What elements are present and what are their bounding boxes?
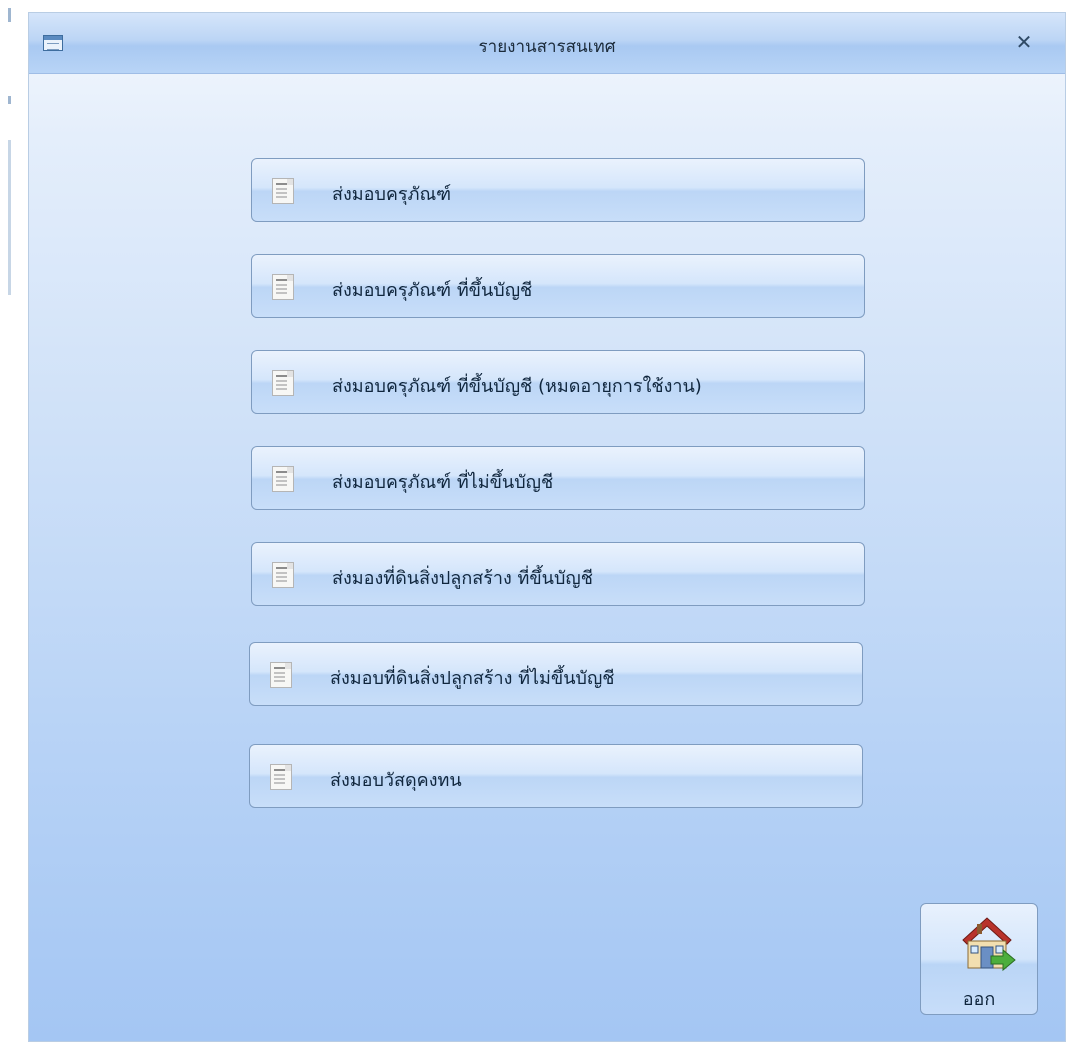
report-button-durable-supplies[interactable]: ส่งมอบวัสดุคงทน [249, 744, 863, 808]
exit-button-label: ออก [962, 989, 996, 1010]
close-button[interactable]: ✕ [1009, 27, 1039, 57]
report-button-label: ส่งมอบครุภัณฑ์ [332, 184, 452, 205]
report-button-asset-registered-expired[interactable]: ส่งมอบครุภัณฑ์ ที่ขึ้นบัญชี (หมดอายุการใ… [251, 350, 865, 414]
report-button-label: ส่งมอบครุภัณฑ์ ที่ขึ้นบัญชี [332, 280, 533, 301]
report-button-label: ส่งมอบครุภัณฑ์ ที่ไม่ขึ้นบัญชี [332, 472, 554, 493]
home-exit-icon [962, 917, 1016, 972]
title-bar[interactable]: รายงานสารสนเทศ ✕ [29, 13, 1065, 74]
report-document-icon [272, 466, 294, 492]
report-document-icon [272, 178, 294, 204]
report-button-label: ส่งมอบวัสดุคงทน [330, 770, 462, 791]
report-document-icon [272, 562, 294, 588]
report-button-label: ส่งมองที่ดินสิ่งปลูกสร้าง ที่ขึ้นบัญชี [332, 568, 593, 589]
background-window-edge [0, 0, 14, 1050]
report-button-label: ส่งมอบที่ดินสิ่งปลูกสร้าง ที่ไม่ขึ้นบัญช… [330, 668, 615, 689]
edge-mark [8, 8, 11, 22]
exit-button[interactable]: ออก [920, 903, 1038, 1015]
report-document-icon [272, 274, 294, 300]
report-button-land-building-unregistered[interactable]: ส่งมอบที่ดินสิ่งปลูกสร้าง ที่ไม่ขึ้นบัญช… [249, 642, 863, 706]
report-dialog: รายงานสารสนเทศ ✕ ส่งมอบครุภัณฑ์ ส่งมอบคร… [28, 12, 1066, 1042]
dialog-title: รายงานสารสนเทศ [478, 37, 616, 57]
report-button-asset-delivery[interactable]: ส่งมอบครุภัณฑ์ [251, 158, 865, 222]
report-button-asset-registered[interactable]: ส่งมอบครุภัณฑ์ ที่ขึ้นบัญชี [251, 254, 865, 318]
edge-mark [8, 96, 11, 104]
report-document-icon [272, 370, 294, 396]
report-button-land-building-registered[interactable]: ส่งมองที่ดินสิ่งปลูกสร้าง ที่ขึ้นบัญชี [251, 542, 865, 606]
report-button-label: ส่งมอบครุภัณฑ์ ที่ขึ้นบัญชี (หมดอายุการใ… [332, 376, 702, 397]
report-button-asset-unregistered[interactable]: ส่งมอบครุภัณฑ์ ที่ไม่ขึ้นบัญชี [251, 446, 865, 510]
edge-mark [8, 140, 11, 295]
report-document-icon [270, 764, 292, 790]
report-document-icon [270, 662, 292, 688]
